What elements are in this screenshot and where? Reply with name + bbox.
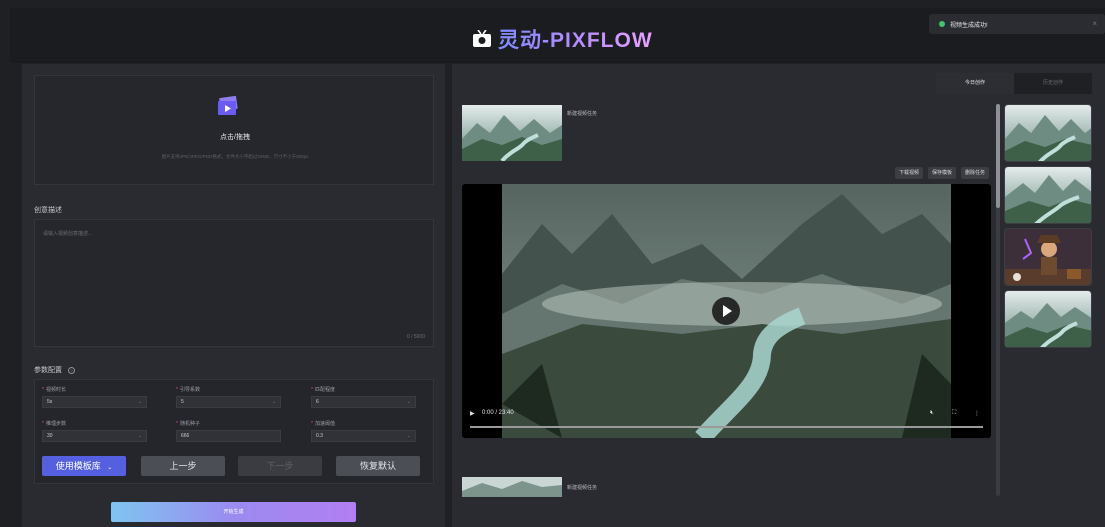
start-generate-button[interactable]: 开始生成 bbox=[111, 502, 356, 522]
scrollbar-thumb[interactable] bbox=[996, 104, 1000, 208]
param-label: 加速阈值 bbox=[314, 421, 335, 427]
param-value: 0.3 bbox=[316, 433, 323, 439]
landscape-image bbox=[462, 105, 562, 161]
param-guidance: * 引导系数 5 ⌄ bbox=[176, 386, 281, 408]
playback-time: 0:00 / 23:40 bbox=[482, 410, 514, 416]
help-icon[interactable]: ? bbox=[67, 367, 75, 374]
image-upload-area[interactable]: 点击/拖拽 图片支持JPG/JPEG/PNG格式，文件大小不超过20MB，尺寸不… bbox=[34, 75, 434, 185]
task-title: 新建视频任务 bbox=[567, 111, 598, 117]
tab-history[interactable]: 历史创作 bbox=[1014, 73, 1092, 94]
chevron-down-icon: ⌄ bbox=[107, 465, 113, 471]
video-upload-icon bbox=[218, 96, 238, 115]
history-thumbnail[interactable] bbox=[1004, 290, 1092, 348]
button-label: 使用模板库 bbox=[55, 461, 101, 471]
prompt-section-title: 创意描述 bbox=[34, 207, 62, 214]
play-icon bbox=[723, 305, 732, 317]
landscape-image bbox=[1005, 291, 1091, 347]
app-title: 灵动-PIXFLOW bbox=[498, 24, 653, 54]
task-thumbnail[interactable] bbox=[462, 477, 562, 497]
progress-bar[interactable] bbox=[470, 426, 983, 428]
save-template-button[interactable]: 保存模板 bbox=[928, 167, 956, 179]
guidance-select[interactable]: 5 ⌄ bbox=[176, 396, 281, 408]
prompt-input[interactable]: 请输入视频创意描述... 0 / 5000 bbox=[34, 219, 434, 347]
use-template-button[interactable]: 使用模板库 ⌄ bbox=[42, 456, 126, 476]
more-options-icon[interactable]: ⋮ bbox=[974, 410, 980, 417]
param-value: 5 bbox=[181, 399, 184, 405]
seed-input[interactable]: 666 bbox=[176, 430, 281, 442]
play-small-icon[interactable]: ▶ bbox=[470, 410, 475, 417]
toast-message: 视频生成成功! bbox=[950, 22, 988, 29]
upload-hint: 图片支持JPG/JPEG/PNG格式，文件大小不超过20MB，尺寸不小于300p… bbox=[161, 154, 309, 159]
prompt-placeholder: 请输入视频创意描述... bbox=[43, 231, 93, 237]
download-video-button[interactable]: 下载视频 bbox=[895, 167, 923, 179]
app-root: 灵动-PIXFLOW 视频生成成功! × 点击/拖拽 图片支持JPG/JPEG/… bbox=[0, 0, 1105, 527]
tv-icon bbox=[473, 30, 491, 47]
history-thumbnail[interactable] bbox=[1004, 228, 1092, 286]
history-thumbnail[interactable] bbox=[1004, 166, 1092, 224]
param-value: 6 bbox=[316, 399, 319, 405]
param-threshold: * 加速阈值 0.3 ⌄ bbox=[311, 420, 416, 442]
landscape-image bbox=[462, 477, 562, 497]
creation-tabs: 今日创作 历史创作 bbox=[936, 73, 1092, 94]
landscape-image bbox=[1005, 167, 1091, 223]
match-select[interactable]: 6 ⌄ bbox=[311, 396, 416, 408]
mute-icon[interactable]: 🔇︎ bbox=[930, 410, 934, 417]
param-seed: * 随机种子 666 bbox=[176, 420, 281, 442]
char-count: 0 / 5000 bbox=[406, 334, 425, 340]
chevron-down-icon: ⌄ bbox=[271, 399, 276, 405]
reset-default-button[interactable]: 恢复默认 bbox=[336, 456, 420, 476]
params-section-title: 参数配置 ? bbox=[34, 365, 75, 375]
param-label: 推理步数 bbox=[45, 421, 66, 427]
fullscreen-icon[interactable]: ⛶ bbox=[952, 410, 956, 417]
success-toast: 视频生成成功! × bbox=[929, 14, 1105, 34]
param-label: 引导系数 bbox=[179, 387, 200, 393]
chevron-down-icon: ⌄ bbox=[137, 399, 142, 405]
task-list-scrollbar[interactable] bbox=[996, 104, 1000, 496]
prev-step-button[interactable]: 上一步 bbox=[141, 456, 225, 476]
tab-today[interactable]: 今日创作 bbox=[936, 73, 1014, 94]
video-player[interactable]: ▶ 0:00 / 23:40 🔇︎ ⛶ ⋮ bbox=[462, 184, 991, 438]
param-label: 匹配程度 bbox=[314, 387, 335, 393]
param-label: 随机种子 bbox=[179, 421, 200, 427]
close-icon[interactable]: × bbox=[1092, 19, 1097, 28]
task-thumbnail[interactable] bbox=[462, 105, 562, 161]
next-step-button[interactable]: 下一步 bbox=[238, 456, 322, 476]
param-match: * 匹配程度 6 ⌄ bbox=[311, 386, 416, 408]
upload-title: 点击/拖拽 bbox=[220, 134, 250, 141]
param-label: 视频时长 bbox=[45, 387, 66, 393]
chevron-down-icon: ⌄ bbox=[406, 433, 411, 439]
chevron-down-icon: ⌄ bbox=[406, 399, 411, 405]
param-value: 666 bbox=[181, 433, 190, 439]
delete-task-button[interactable]: 删除任务 bbox=[961, 167, 989, 179]
duration-select[interactable]: 5s ⌄ bbox=[42, 396, 147, 408]
landscape-image bbox=[1005, 105, 1091, 161]
character-image bbox=[1005, 229, 1091, 285]
param-value: 30 bbox=[47, 433, 53, 439]
history-thumbnail[interactable] bbox=[1004, 104, 1092, 162]
param-value: 5s bbox=[47, 399, 53, 405]
task-title: 新建视频任务 bbox=[567, 485, 598, 491]
app-logo: 灵动-PIXFLOW bbox=[472, 24, 653, 54]
threshold-select[interactable]: 0.3 ⌄ bbox=[311, 430, 416, 442]
chevron-down-icon: ⌄ bbox=[137, 433, 142, 439]
success-icon bbox=[939, 21, 945, 27]
param-steps: * 推理步数 30 ⌄ bbox=[42, 420, 147, 442]
player-controls: ▶ 0:00 / 23:40 🔇︎ ⛶ ⋮ bbox=[462, 406, 991, 438]
steps-select[interactable]: 30 ⌄ bbox=[42, 430, 147, 442]
play-button[interactable] bbox=[712, 297, 740, 325]
param-duration: * 视频时长 5s ⌄ bbox=[42, 386, 147, 408]
